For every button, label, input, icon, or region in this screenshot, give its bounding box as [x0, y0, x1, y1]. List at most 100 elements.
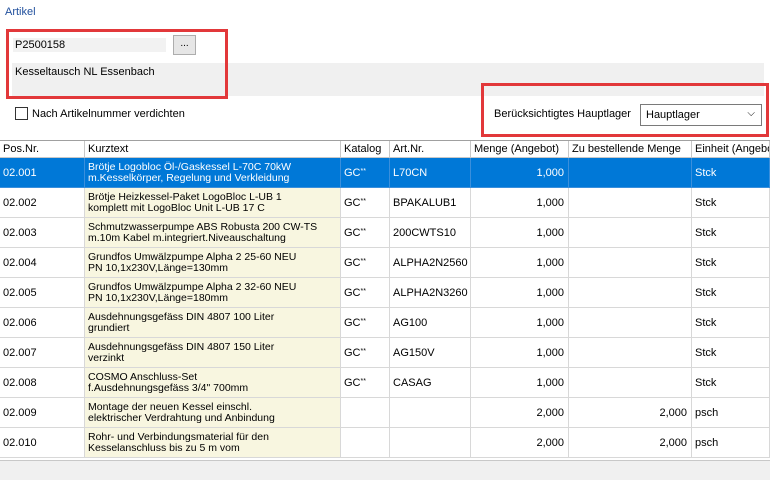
cell-einheit[interactable]: Stck — [692, 308, 770, 338]
cell-artnr-text: L70CN — [393, 166, 428, 179]
cell-katalog[interactable]: GC ** — [341, 338, 390, 368]
column-header-artnr[interactable]: Art.Nr. — [390, 141, 471, 158]
cell-bestellmenge[interactable] — [569, 308, 692, 338]
cell-katalog[interactable]: GC ** — [341, 188, 390, 218]
cell-artnr[interactable]: BPAKALUB1 — [390, 188, 471, 218]
cell-katalog[interactable]: GC ** — [341, 248, 390, 278]
cell-pos[interactable]: 02.008 — [0, 368, 85, 398]
cell-kurztext[interactable]: Brötje Heizkessel-Paket LogoBloc L-UB 1k… — [85, 188, 341, 218]
cell-pos[interactable]: 02.002 — [0, 188, 85, 218]
column-header-katalog[interactable]: Katalog — [341, 141, 390, 158]
table-row[interactable]: 02.002 Brötje Heizkessel-Paket LogoBloc L… — [0, 188, 770, 218]
cell-menge[interactable]: 1,000 — [471, 158, 569, 188]
cell-artnr[interactable]: CASAG — [390, 368, 471, 398]
cell-bestellmenge[interactable] — [569, 188, 692, 218]
compress-checkbox-row[interactable]: Nach Artikelnummer verdichten — [15, 107, 185, 120]
table-row[interactable]: 02.006 Ausdehnungsgefäss DIN 4807 100 Lit… — [0, 308, 770, 338]
cell-kurztext[interactable]: COSMO Anschluss-Set f.Ausdehnungsgefäss 3… — [85, 368, 341, 398]
cell-kurztext[interactable]: Grundfos Umwälzpumpe Alpha 2 32-60 NEU PN… — [85, 278, 341, 308]
cell-einheit[interactable]: Stck — [692, 218, 770, 248]
cell-menge[interactable]: 1,000 — [471, 278, 569, 308]
cell-artnr[interactable]: ALPHA2N2560 — [390, 248, 471, 278]
cell-kurztext[interactable]: Ausdehnungsgefäss DIN 4807 150 Liter verz… — [85, 338, 341, 368]
table-row[interactable]: 02.010 Rohr- und Verbindungsmaterial für … — [0, 428, 770, 458]
cell-bestellmenge[interactable] — [569, 278, 692, 308]
table-row[interactable]: 02.005 Grundfos Umwälzpumpe Alpha 2 32-60… — [0, 278, 770, 308]
cell-einheit[interactable]: Stck — [692, 158, 770, 188]
cell-katalog-text: GC — [344, 286, 361, 299]
cell-bestellmenge[interactable] — [569, 158, 692, 188]
cell-menge[interactable]: 2,000 — [471, 398, 569, 428]
cell-menge[interactable]: 1,000 — [471, 338, 569, 368]
cell-katalog[interactable] — [341, 428, 390, 458]
column-header-pos[interactable]: Pos.Nr. — [0, 141, 85, 158]
cell-einheit[interactable]: Stck — [692, 338, 770, 368]
cell-pos[interactable]: 02.001 — [0, 158, 85, 188]
cell-bestellmenge[interactable] — [569, 248, 692, 278]
cell-katalog[interactable]: GC ** — [341, 278, 390, 308]
cell-einheit[interactable]: Stck — [692, 278, 770, 308]
cell-kurztext[interactable]: Brötje Logobloc Öl-/Gaskessel L-70C 70kW… — [85, 158, 341, 188]
cell-bestellmenge[interactable] — [569, 218, 692, 248]
table-row[interactable]: 02.004 Grundfos Umwälzpumpe Alpha 2 25-60… — [0, 248, 770, 278]
cell-kurztext[interactable]: Schmutzwasserpumpe ABS Robusta 200 CW-TS… — [85, 218, 341, 248]
cell-katalog-suffix: ** — [360, 348, 366, 355]
cell-katalog[interactable]: GC ** — [341, 368, 390, 398]
cell-kurztext[interactable]: Montage der neuen Kessel einschl. elektri… — [85, 398, 341, 428]
cell-artnr[interactable]: 200CWTS10 — [390, 218, 471, 248]
cell-pos-text: 02.005 — [3, 286, 37, 299]
column-header-menge[interactable]: Menge (Angebot) — [471, 141, 569, 158]
column-header-kurztext[interactable]: Kurztext — [85, 141, 341, 158]
cell-einheit[interactable]: Stck — [692, 368, 770, 398]
cell-pos[interactable]: 02.009 — [0, 398, 85, 428]
cell-menge-text: 2,000 — [536, 406, 564, 419]
cell-kurztext[interactable]: Grundfos Umwälzpumpe Alpha 2 25-60 NEU PN… — [85, 248, 341, 278]
cell-einheit[interactable]: Stck — [692, 188, 770, 218]
cell-pos[interactable]: 02.007 — [0, 338, 85, 368]
cell-pos[interactable]: 02.005 — [0, 278, 85, 308]
cell-artnr[interactable]: ALPHA2N3260 — [390, 278, 471, 308]
cell-pos[interactable]: 02.004 — [0, 248, 85, 278]
cell-bestellmenge[interactable]: 2,000 — [569, 398, 692, 428]
table-row[interactable]: 02.008 COSMO Anschluss-Set f.Ausdehnungsge… — [0, 368, 770, 398]
table-row[interactable]: 02.003 Schmutzwasserpumpe ABS Robusta 200… — [0, 218, 770, 248]
cell-einheit[interactable]: psch — [692, 428, 770, 458]
cell-kurztext[interactable]: Rohr- und Verbindungsmaterial für den Kes… — [85, 428, 341, 458]
cell-einheit[interactable]: psch — [692, 398, 770, 428]
cell-pos[interactable]: 02.003 — [0, 218, 85, 248]
cell-artnr[interactable] — [390, 428, 471, 458]
cell-artnr-text: ALPHA2N2560 — [393, 256, 468, 269]
compress-checkbox[interactable] — [15, 107, 28, 120]
table-row[interactable]: 02.009 Montage der neuen Kessel einschl. e… — [0, 398, 770, 428]
cell-artnr[interactable]: AG100 — [390, 308, 471, 338]
cell-menge[interactable]: 1,000 — [471, 308, 569, 338]
cell-menge[interactable]: 1,000 — [471, 218, 569, 248]
cell-bestellmenge[interactable] — [569, 338, 692, 368]
cell-artnr[interactable] — [390, 398, 471, 428]
cell-pos-text: 02.001 — [3, 166, 37, 179]
cell-artnr[interactable]: AG150V — [390, 338, 471, 368]
cell-katalog[interactable]: GC ** — [341, 218, 390, 248]
cell-menge[interactable]: 1,000 — [471, 248, 569, 278]
cell-katalog[interactable]: GC ** — [341, 158, 390, 188]
column-header-einheit[interactable]: Einheit (Angebo — [692, 141, 770, 158]
column-header-bestellmenge[interactable]: Zu bestellende Menge — [569, 141, 692, 158]
cell-pos[interactable]: 02.006 — [0, 308, 85, 338]
cell-artnr[interactable]: L70CN — [390, 158, 471, 188]
cell-menge[interactable]: 1,000 — [471, 368, 569, 398]
cell-menge[interactable]: 2,000 — [471, 428, 569, 458]
cell-katalog[interactable]: GC ** — [341, 308, 390, 338]
table-row[interactable]: 02.007 Ausdehnungsgefäss DIN 4807 150 Lit… — [0, 338, 770, 368]
grid-header-row: Pos.Nr. Kurztext Katalog Art.Nr. Menge (… — [0, 141, 770, 158]
cell-bestellmenge[interactable] — [569, 368, 692, 398]
table-row[interactable]: 02.001 Brötje Logobloc Öl-/Gaskessel L-70… — [0, 158, 770, 188]
cell-pos[interactable]: 02.010 — [0, 428, 85, 458]
cell-einheit[interactable]: Stck — [692, 248, 770, 278]
cell-menge[interactable]: 1,000 — [471, 188, 569, 218]
cell-kurztext[interactable]: Ausdehnungsgefäss DIN 4807 100 Liter grun… — [85, 308, 341, 338]
cell-menge-text: 2,000 — [536, 436, 564, 449]
cell-bestellmenge[interactable]: 2,000 — [569, 428, 692, 458]
cell-artnr-text: BPAKALUB1 — [393, 196, 457, 209]
cell-katalog[interactable] — [341, 398, 390, 428]
positions-grid[interactable]: Pos.Nr. Kurztext Katalog Art.Nr. Menge (… — [0, 140, 770, 461]
